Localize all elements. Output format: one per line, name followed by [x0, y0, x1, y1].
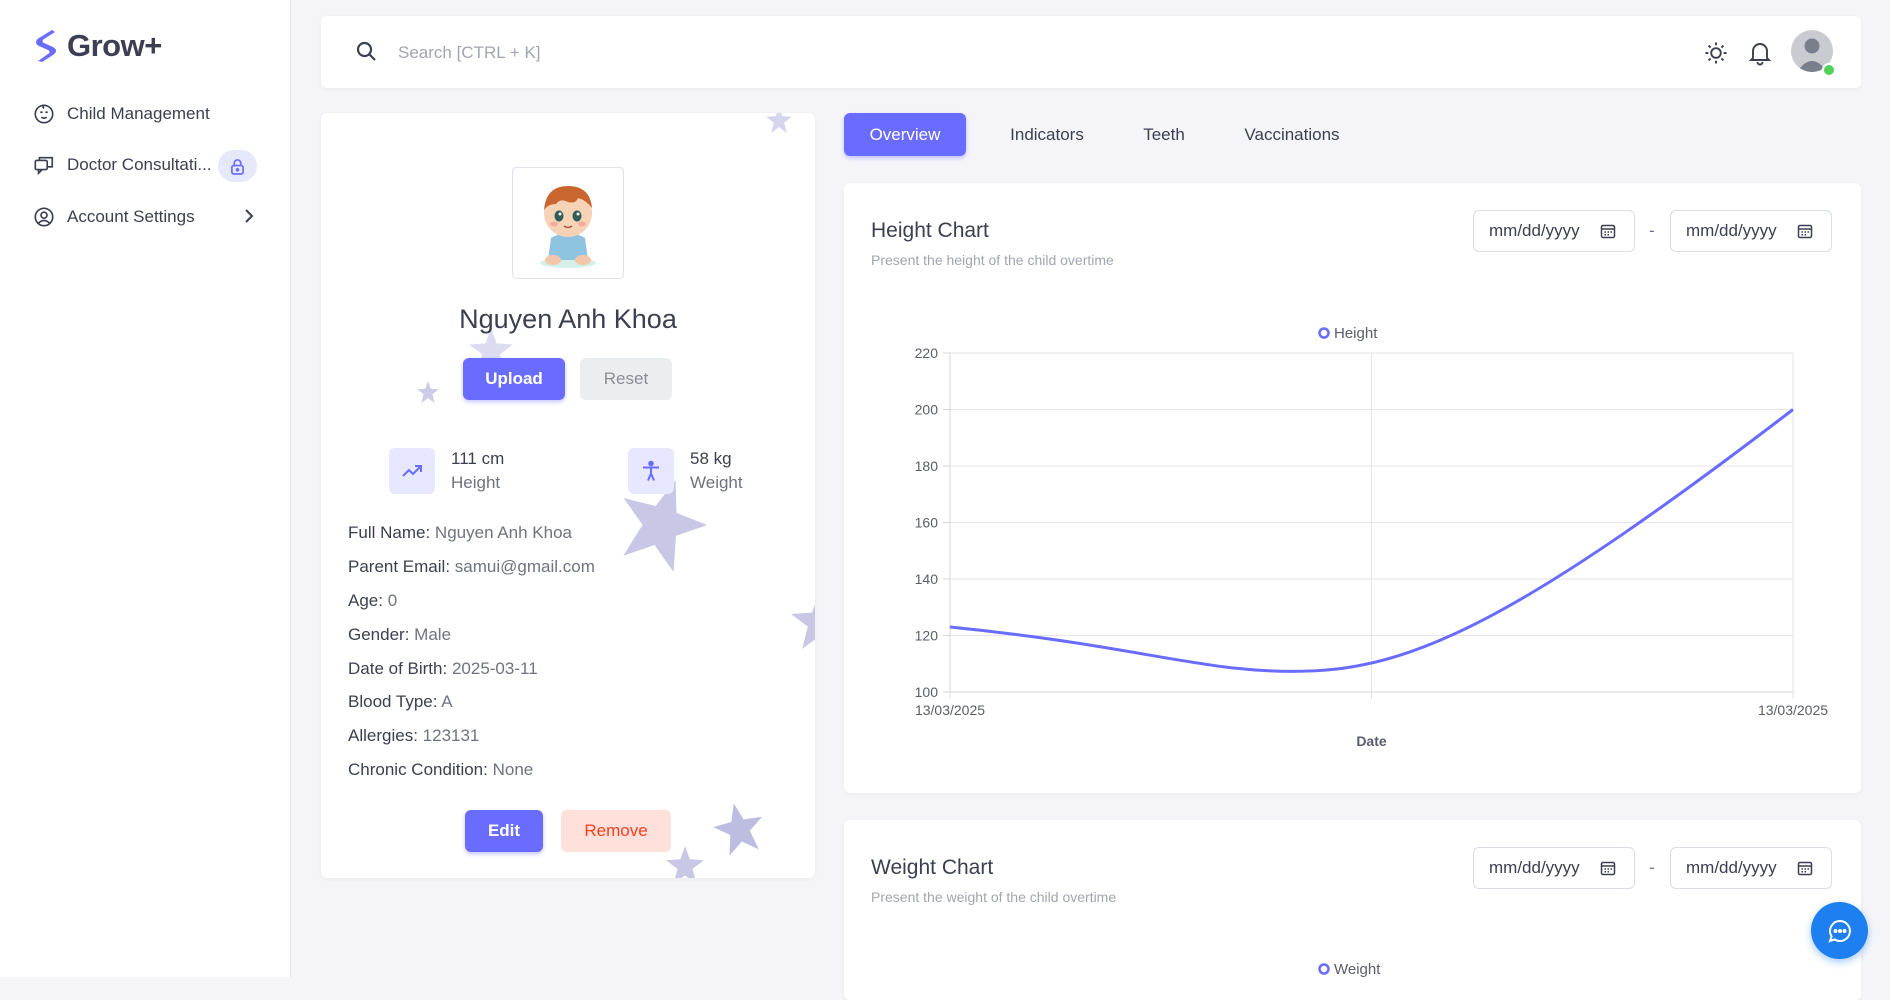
- sidebar-item-account-settings[interactable]: Account Settings: [33, 206, 195, 228]
- info-label: Allergies:: [348, 726, 418, 745]
- sidebar-item-child-management[interactable]: Child Management: [33, 103, 210, 125]
- x-axis-title: Date: [1356, 733, 1387, 749]
- sidebar-item-label: Account Settings: [67, 207, 195, 226]
- info-label: Parent Email:: [348, 557, 451, 576]
- tab-overview[interactable]: Overview: [844, 113, 966, 156]
- info-full-name: Full Name: Nguyen Anh Khoa: [348, 523, 572, 543]
- legend-label: Height: [1334, 325, 1378, 342]
- child-name: Nguyen Anh Khoa: [459, 304, 677, 334]
- weight-chart-legend: Weight: [1318, 961, 1381, 978]
- info-chronic-condition: Chronic Condition: None: [348, 760, 533, 780]
- legend-label: Weight: [1334, 961, 1381, 978]
- info-gender: Gender: Male: [348, 625, 451, 645]
- y-tick-label: 180: [915, 458, 939, 474]
- baby-face-icon: [34, 104, 54, 124]
- info-allergies: Allergies: 123131: [348, 726, 479, 746]
- trending-up-icon: [402, 465, 422, 477]
- sidebar: Grow+ Child Management Doctor Consultati…: [0, 0, 291, 977]
- edit-button[interactable]: Edit: [465, 810, 543, 852]
- sidebar-item-label: Doctor Consultati...: [67, 155, 212, 174]
- weight-chart-card: Weight Chart Present the weight of the c…: [844, 820, 1861, 1000]
- y-tick-label: 100: [915, 684, 939, 700]
- bell-icon[interactable]: [1748, 40, 1772, 66]
- tab-vaccinations[interactable]: Vaccinations: [1216, 113, 1368, 156]
- star-decoration-icon: [766, 113, 792, 133]
- y-tick-label: 160: [915, 515, 939, 531]
- height-line-chart: 100 120 140 160 180 200 220 13/03/2025 13/03/202…: [915, 325, 1829, 749]
- y-tick-label: 140: [915, 571, 939, 587]
- legend-marker: [1318, 327, 1330, 339]
- chat-bubbles-icon: [34, 156, 54, 176]
- info-label: Age:: [348, 591, 383, 610]
- legend-marker: [1318, 963, 1330, 975]
- info-label: Blood Type:: [348, 692, 438, 711]
- info-label: Chronic Condition:: [348, 760, 488, 779]
- chat-button[interactable]: [1811, 902, 1868, 959]
- app-name: Grow+: [67, 28, 162, 63]
- chat-bubble-icon: [1827, 919, 1851, 943]
- info-value: 123131: [422, 726, 480, 745]
- tab-teeth[interactable]: Teeth: [1116, 113, 1212, 156]
- info-date-of-birth: Date of Birth: 2025-03-11: [348, 659, 538, 679]
- search-input[interactable]: [396, 36, 1200, 70]
- info-value: A: [441, 692, 453, 711]
- search-icon[interactable]: [354, 39, 378, 63]
- weight-label: Weight: [690, 473, 743, 492]
- remove-button[interactable]: Remove: [561, 810, 671, 852]
- info-age: Age: 0: [348, 591, 397, 611]
- info-label: Gender:: [348, 625, 410, 644]
- online-status-dot: [1822, 63, 1836, 77]
- info-value: 0: [387, 591, 398, 610]
- star-decoration-icon: [713, 803, 763, 856]
- child-profile-card: Nguyen Anh Khoa Upload Reset 111 cm Heig…: [321, 113, 815, 878]
- x-tick-label: 13/03/2025: [1758, 702, 1828, 718]
- info-value: samui@gmail.com: [454, 557, 595, 576]
- sun-icon[interactable]: [1703, 40, 1729, 66]
- info-parent-email: Parent Email: samui@gmail.com: [348, 557, 595, 577]
- lock-badge: [218, 150, 257, 182]
- sidebar-item-doctor-consultation[interactable]: Doctor Consultati...: [33, 154, 212, 176]
- x-tick-label: 13/03/2025: [915, 702, 985, 718]
- info-blood-type: Blood Type: A: [348, 692, 453, 712]
- height-chart-card: Height Chart Present the height of the c…: [844, 183, 1861, 793]
- weight-stat-icon: [628, 448, 674, 494]
- y-tick-label: 220: [915, 345, 939, 361]
- info-value: Nguyen Anh Khoa: [434, 523, 572, 542]
- info-label: Full Name:: [348, 523, 431, 542]
- star-decoration-icon: [417, 381, 439, 403]
- upload-button[interactable]: Upload: [463, 358, 565, 400]
- lock-icon: [231, 158, 244, 175]
- tab-indicators[interactable]: Indicators: [980, 113, 1114, 156]
- star-decoration-icon: [666, 846, 704, 878]
- info-value: 2025-03-11: [451, 659, 538, 678]
- height-label: Height: [451, 473, 501, 492]
- baby-illustration: [540, 186, 596, 268]
- info-value: None: [492, 760, 534, 779]
- chevron-right-icon[interactable]: [242, 208, 256, 224]
- user-circle-icon: [34, 207, 54, 227]
- brand[interactable]: Grow+: [33, 28, 162, 64]
- child-photo[interactable]: [512, 167, 624, 279]
- y-tick-label: 120: [915, 628, 939, 644]
- topbar: [321, 16, 1861, 88]
- logo-icon: [36, 30, 56, 62]
- height-value: 111 cm: [451, 449, 505, 468]
- info-value: Male: [414, 625, 452, 644]
- accessibility-person-icon: [643, 460, 659, 481]
- sidebar-item-label: Child Management: [67, 104, 210, 123]
- info-label: Date of Birth:: [348, 659, 448, 678]
- weight-value: 58 kg: [690, 449, 732, 468]
- reset-button[interactable]: Reset: [580, 358, 672, 400]
- height-stat-icon: [389, 448, 435, 494]
- star-decoration-icon: [791, 604, 815, 649]
- y-tick-label: 200: [915, 402, 939, 418]
